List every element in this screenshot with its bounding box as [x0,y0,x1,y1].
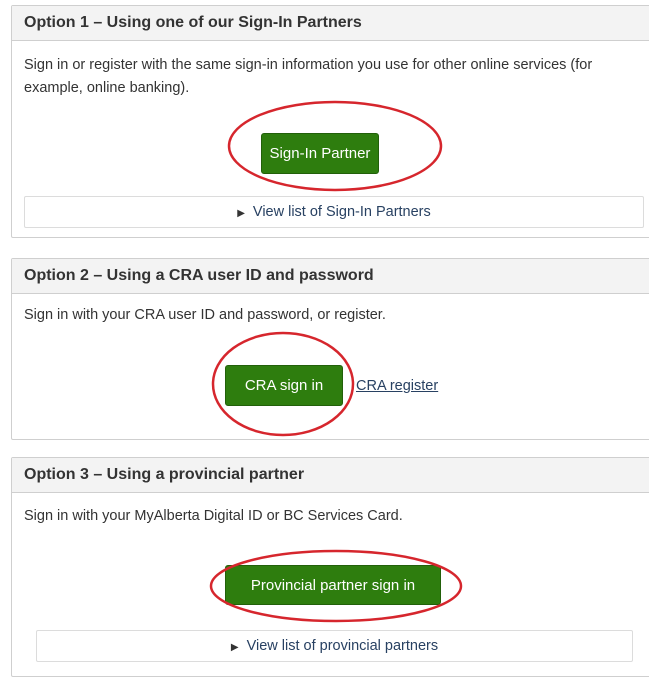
sign-in-partner-button[interactable]: Sign-In Partner [261,133,379,174]
view-provincial-partners-toggle[interactable]: ▶ View list of provincial partners [36,630,633,662]
triangle-right-icon: ▶ [237,208,245,219]
option-2-description: Sign in with your CRA user ID and passwo… [24,307,386,323]
provincial-partner-sign-in-button[interactable]: Provincial partner sign in [225,565,441,605]
view-sign-in-partners-label: View list of Sign-In Partners [252,204,431,220]
option-3-heading: Option 3 – Using a provincial partner [12,458,649,493]
option-2-panel: Option 2 – Using a CRA user ID and passw… [11,258,649,440]
cra-register-link[interactable]: CRA register [356,378,438,394]
view-sign-in-partners-toggle[interactable]: ▶ View list of Sign-In Partners [24,196,644,228]
option-3-panel: Option 3 – Using a provincial partner Si… [11,457,649,677]
option-1-panel: Option 1 – Using one of our Sign-In Part… [11,5,649,238]
view-provincial-partners-label: View list of provincial partners [246,638,439,654]
option-3-description: Sign in with your MyAlberta Digital ID o… [24,508,403,524]
cra-sign-in-button[interactable]: CRA sign in [225,365,343,406]
option-1-heading: Option 1 – Using one of our Sign-In Part… [12,6,649,41]
option-1-description: Sign in or register with the same sign-i… [24,57,593,96]
triangle-right-icon: ▶ [230,642,239,653]
option-2-heading: Option 2 – Using a CRA user ID and passw… [12,259,649,294]
